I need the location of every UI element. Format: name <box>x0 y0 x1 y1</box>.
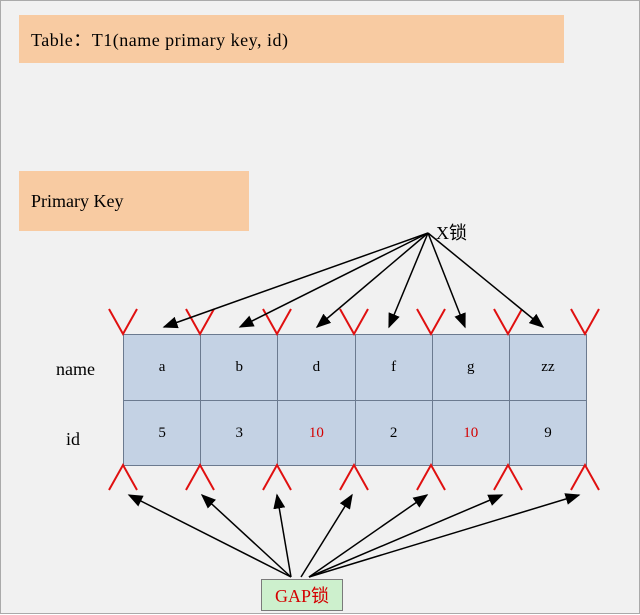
cell-id: 10 <box>432 400 509 465</box>
diagram-canvas: Table：T1(name primary key, id) Primary K… <box>0 0 640 614</box>
cell-name: f <box>355 335 432 400</box>
grid-row-name: a b d f g zz <box>124 335 586 400</box>
cell-name: a <box>124 335 200 400</box>
cell-name: zz <box>509 335 586 400</box>
cell-id: 9 <box>509 400 586 465</box>
cell-name: b <box>200 335 277 400</box>
gap-lock-arrows <box>129 495 579 577</box>
table-title: Table：T1(name primary key, id) <box>31 26 288 52</box>
arrows-layer <box>1 1 640 615</box>
x-lock-label: X锁 <box>436 219 467 245</box>
top-gap-marks <box>109 309 599 334</box>
primary-key-label: Primary Key <box>31 191 123 212</box>
row-label-name: name <box>56 359 95 380</box>
x-lock-arrows <box>164 233 543 327</box>
bottom-gap-marks <box>109 465 599 490</box>
row-label-id: id <box>66 429 80 450</box>
data-grid: a b d f g zz 5 3 10 2 10 9 <box>123 334 587 466</box>
primary-key-box: Primary Key <box>19 171 249 231</box>
cell-id: 5 <box>124 400 200 465</box>
grid-row-id: 5 3 10 2 10 9 <box>124 400 586 465</box>
cell-name: g <box>432 335 509 400</box>
gap-lock-label: GAP锁 <box>275 582 329 608</box>
cell-id: 10 <box>277 400 354 465</box>
cell-name: d <box>277 335 354 400</box>
gap-lock-box: GAP锁 <box>261 579 343 611</box>
cell-id: 3 <box>200 400 277 465</box>
table-title-box: Table：T1(name primary key, id) <box>19 15 564 63</box>
cell-id: 2 <box>355 400 432 465</box>
